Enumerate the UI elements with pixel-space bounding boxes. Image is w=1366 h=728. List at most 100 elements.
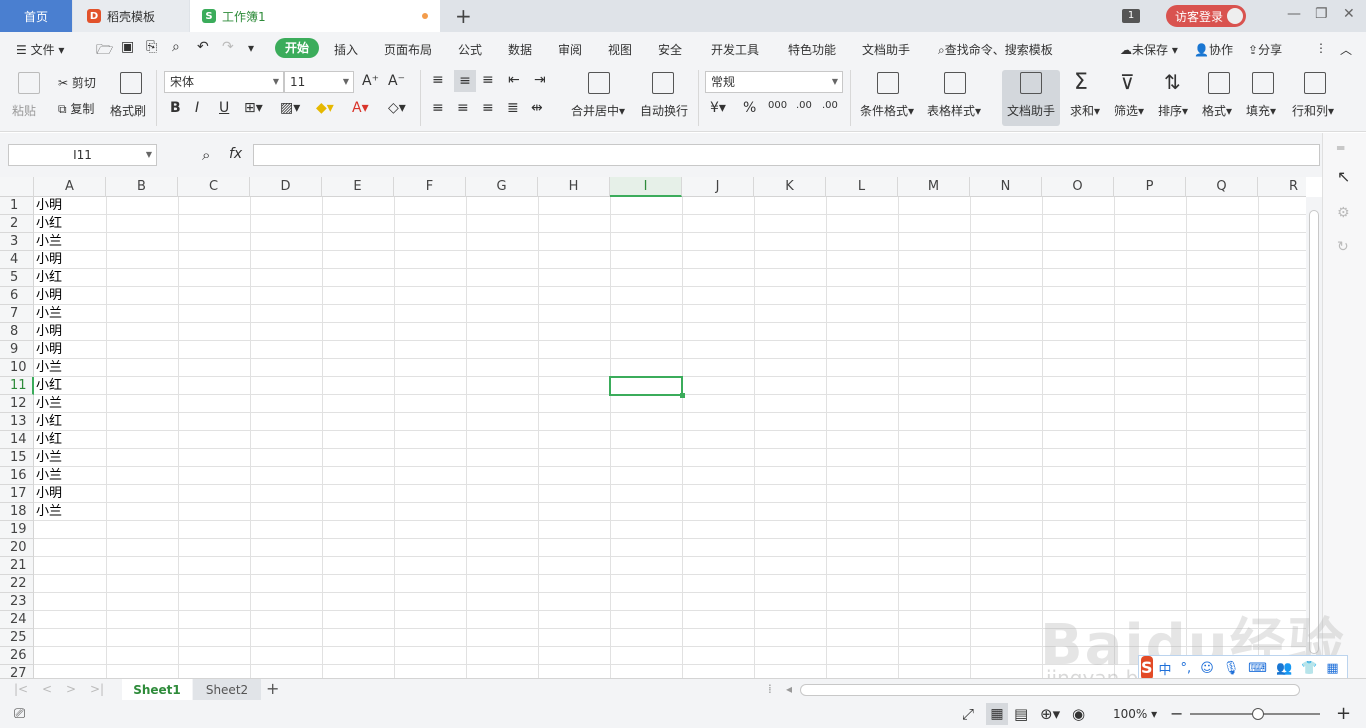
- column-header-r[interactable]: R: [1258, 177, 1306, 197]
- select-all-corner[interactable]: [0, 177, 34, 197]
- decrease-decimal-icon[interactable]: .00: [822, 100, 838, 111]
- cell-a6[interactable]: 小明: [36, 287, 62, 305]
- sheet-tab-sheet2[interactable]: Sheet2: [193, 679, 261, 701]
- row-header-18[interactable]: 18: [0, 503, 34, 521]
- row-header-5[interactable]: 5: [0, 269, 34, 287]
- row-header-20[interactable]: 20: [0, 539, 34, 557]
- add-sheet-button[interactable]: +: [266, 679, 279, 698]
- row-header-22[interactable]: 22: [0, 575, 34, 593]
- column-header-p[interactable]: P: [1114, 177, 1186, 197]
- merge-center-icon[interactable]: [588, 72, 610, 94]
- share-button[interactable]: ⇪分享: [1248, 41, 1282, 58]
- sum-icon[interactable]: Σ: [1074, 70, 1088, 95]
- increase-decimal-icon[interactable]: .00: [796, 100, 812, 111]
- more-icon[interactable]: ⋮: [1315, 41, 1327, 55]
- first-sheet-icon[interactable]: |<: [14, 682, 28, 696]
- command-search[interactable]: ⌕查找命令、搜索模板: [938, 41, 1053, 58]
- zoom-slider-knob[interactable]: [1252, 708, 1264, 720]
- column-header-l[interactable]: L: [826, 177, 898, 197]
- fill-color-icon[interactable]: ◆▾: [316, 100, 334, 116]
- row-header-14[interactable]: 14: [0, 431, 34, 449]
- underline-icon[interactable]: U: [219, 100, 229, 116]
- column-header-a[interactable]: A: [34, 177, 106, 197]
- fx-button[interactable]: fx: [229, 146, 242, 162]
- format-painter-icon[interactable]: [120, 72, 142, 94]
- zoom-out-icon[interactable]: −: [1170, 704, 1183, 723]
- filter-button[interactable]: 筛选▾: [1114, 102, 1144, 119]
- cell-a15[interactable]: 小兰: [36, 449, 62, 467]
- row-header-11[interactable]: 11: [0, 377, 34, 395]
- column-header-b[interactable]: B: [106, 177, 178, 197]
- cell-a9[interactable]: 小明: [36, 341, 62, 359]
- cell-style-icon[interactable]: ▨▾: [280, 100, 300, 116]
- row-header-6[interactable]: 6: [0, 287, 34, 305]
- row-header-17[interactable]: 17: [0, 485, 34, 503]
- menu-security[interactable]: 安全: [658, 41, 682, 58]
- redo-icon[interactable]: ↷: [222, 39, 234, 55]
- cell-a13[interactable]: 小红: [36, 413, 62, 431]
- row-header-21[interactable]: 21: [0, 557, 34, 575]
- row-header-19[interactable]: 19: [0, 521, 34, 539]
- distributed-icon[interactable]: ⇹: [531, 100, 543, 116]
- cell-a18[interactable]: 小兰: [36, 503, 62, 521]
- macro-record-icon[interactable]: ⎚: [14, 706, 25, 722]
- unsaved-status[interactable]: ☁未保存 ▾: [1120, 41, 1178, 58]
- paste-button[interactable]: 粘贴: [12, 102, 36, 119]
- paste-icon[interactable]: [18, 72, 40, 94]
- backup-icon[interactable]: ↻: [1337, 239, 1349, 255]
- cell-a8[interactable]: 小明: [36, 323, 62, 341]
- row-header-25[interactable]: 25: [0, 629, 34, 647]
- format-button[interactable]: 格式▾: [1202, 102, 1232, 119]
- eye-protection-icon[interactable]: ◉: [1072, 705, 1085, 723]
- menu-insert[interactable]: 插入: [334, 41, 358, 58]
- page-layout-view-icon[interactable]: ⊕▾: [1040, 705, 1060, 723]
- table-style-button[interactable]: 表格样式▾: [927, 102, 981, 119]
- conditional-format-button[interactable]: 条件格式▾: [860, 102, 914, 119]
- row-header-23[interactable]: 23: [0, 593, 34, 611]
- prev-sheet-icon[interactable]: <: [42, 682, 52, 696]
- menu-features[interactable]: 特色功能: [788, 41, 836, 58]
- vertical-scroll-thumb[interactable]: [1309, 210, 1319, 654]
- file-menu[interactable]: ☰ 文件 ▾: [16, 41, 64, 58]
- undo-icon[interactable]: ↶: [197, 39, 209, 55]
- italic-icon[interactable]: I: [195, 100, 199, 116]
- last-sheet-icon[interactable]: >|: [90, 682, 104, 696]
- percent-icon[interactable]: %: [743, 100, 756, 116]
- column-header-k[interactable]: K: [754, 177, 826, 197]
- copy-button[interactable]: ⧉ 复制: [58, 100, 94, 117]
- conditional-format-icon[interactable]: [877, 72, 899, 94]
- row-header-16[interactable]: 16: [0, 467, 34, 485]
- row-header-27[interactable]: 27: [0, 665, 34, 678]
- scroll-left-icon[interactable]: ◂: [786, 682, 792, 696]
- thousands-icon[interactable]: 000: [768, 100, 787, 111]
- next-sheet-icon[interactable]: >: [66, 682, 76, 696]
- column-header-m[interactable]: M: [898, 177, 970, 197]
- collapse-ribbon-icon[interactable]: ︿: [1340, 41, 1352, 58]
- column-header-o[interactable]: O: [1042, 177, 1114, 197]
- open-icon[interactable]: 🗁: [96, 39, 113, 63]
- menu-data[interactable]: 数据: [508, 41, 532, 58]
- cell-a10[interactable]: 小兰: [36, 359, 62, 377]
- align-bottom-icon[interactable]: ≡: [482, 72, 494, 88]
- window-count-badge[interactable]: 1: [1122, 9, 1140, 23]
- number-format-select[interactable]: 常规 ▼: [705, 71, 843, 93]
- cut-button[interactable]: ✂ 剪切: [58, 74, 96, 91]
- cell-a2[interactable]: 小红: [36, 215, 62, 233]
- zoom-formula-icon[interactable]: ⌕: [202, 146, 210, 164]
- increase-indent-icon[interactable]: ⇥: [534, 72, 546, 88]
- menu-review[interactable]: 审阅: [558, 41, 582, 58]
- row-header-24[interactable]: 24: [0, 611, 34, 629]
- cell-a7[interactable]: 小兰: [36, 305, 62, 323]
- align-left-icon[interactable]: ≡: [432, 100, 444, 116]
- cell-a17[interactable]: 小明: [36, 485, 62, 503]
- cell-a11[interactable]: 小红: [36, 377, 62, 395]
- collab-button[interactable]: 👤协作: [1194, 41, 1233, 58]
- page-break-view-icon[interactable]: ▤: [1014, 705, 1028, 723]
- menu-start[interactable]: 开始: [275, 38, 319, 58]
- row-header-10[interactable]: 10: [0, 359, 34, 377]
- keyboard-icon[interactable]: ⌨: [1248, 661, 1267, 676]
- font-color-icon[interactable]: A▾: [352, 100, 369, 116]
- login-button[interactable]: 访客登录: [1166, 5, 1246, 27]
- filter-icon[interactable]: ⊽: [1120, 70, 1135, 94]
- font-size-select[interactable]: 11 ▼: [284, 71, 354, 93]
